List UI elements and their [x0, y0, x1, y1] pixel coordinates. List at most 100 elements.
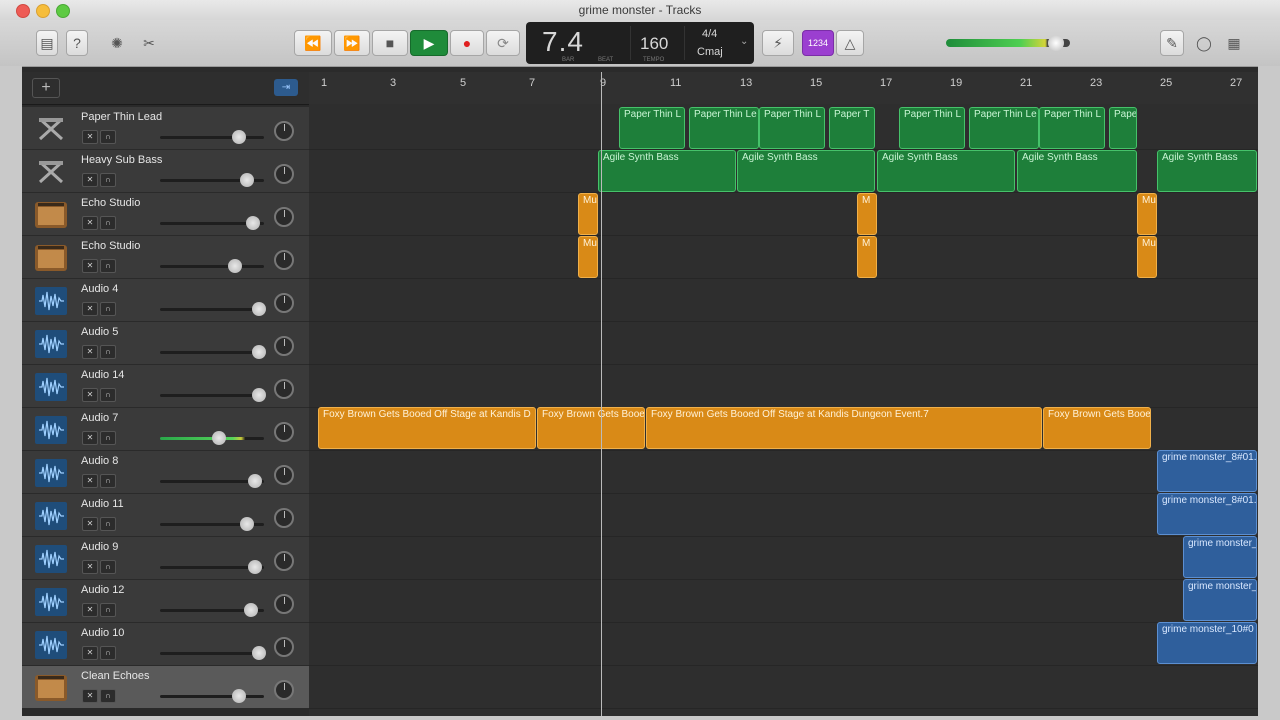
headphones-icon[interactable]: ∩: [100, 474, 116, 488]
volume-knob[interactable]: [248, 560, 262, 574]
smart-controls-icon[interactable]: ✺: [106, 30, 128, 56]
midi-region[interactable]: Agile Synth Bass: [877, 150, 1015, 192]
midi-region[interactable]: Agile Synth Bass: [1017, 150, 1137, 192]
stop-button[interactable]: ■: [372, 30, 408, 56]
help-icon[interactable]: ?: [66, 30, 88, 56]
mute-button[interactable]: ✕: [82, 302, 98, 316]
volume-slider[interactable]: [160, 345, 266, 359]
track-header[interactable]: Audio 14 ✕ ∩: [22, 365, 309, 408]
metronome-icon[interactable]: △: [836, 30, 864, 56]
scissors-icon[interactable]: ✂: [138, 30, 160, 56]
audio-region[interactable]: Foxy Brown Gets Booed Off Stage at Kandi…: [318, 407, 536, 449]
headphones-icon[interactable]: ∩: [100, 517, 116, 531]
record-button[interactable]: ●: [450, 30, 484, 56]
mute-button[interactable]: ✕: [82, 474, 98, 488]
headphones-icon[interactable]: ∩: [100, 302, 116, 316]
pan-knob[interactable]: [274, 594, 294, 614]
midi-region[interactable]: Paper T: [829, 107, 875, 149]
midi-region[interactable]: Paper Thin Le: [689, 107, 759, 149]
audio-region[interactable]: grime monster_: [1183, 579, 1257, 621]
audio-region[interactable]: M: [857, 236, 877, 278]
loop-browser-icon[interactable]: ◯: [1192, 30, 1216, 56]
master-volume-knob[interactable]: [1048, 35, 1064, 51]
headphones-icon[interactable]: ∩: [100, 130, 116, 144]
volume-slider[interactable]: [160, 431, 264, 445]
volume-slider[interactable]: [160, 689, 264, 703]
track-header[interactable]: Heavy Sub Bass ✕ ∩: [22, 150, 309, 193]
tuner-icon[interactable]: ⚡: [762, 30, 794, 56]
mute-button[interactable]: ✕: [82, 646, 98, 660]
cycle-button[interactable]: ⟳: [486, 30, 520, 56]
library-icon[interactable]: ▤: [36, 30, 58, 56]
volume-knob[interactable]: [244, 603, 258, 617]
midi-region[interactable]: Paper Thin L: [619, 107, 685, 149]
volume-slider[interactable]: [160, 130, 264, 144]
volume-slider[interactable]: [160, 302, 266, 316]
track-header[interactable]: Audio 9 ✕ ∩: [22, 537, 309, 580]
headphones-icon[interactable]: ∩: [100, 345, 116, 359]
volume-knob[interactable]: [232, 130, 246, 144]
pan-knob[interactable]: [274, 551, 294, 571]
headphones-icon[interactable]: ∩: [100, 388, 116, 402]
audio-region[interactable]: Foxy Brown Gets Booed Off Stage at Kandi…: [646, 407, 1042, 449]
volume-knob[interactable]: [248, 474, 262, 488]
headphones-icon[interactable]: ∩: [100, 603, 116, 617]
play-button[interactable]: ▶: [410, 30, 448, 56]
track-header[interactable]: Clean Echoes ✕ ∩: [22, 666, 309, 709]
volume-knob[interactable]: [240, 173, 254, 187]
track-header[interactable]: Paper Thin Lead ✕ ∩: [22, 107, 309, 150]
volume-knob[interactable]: [232, 689, 246, 703]
pan-knob[interactable]: [274, 680, 294, 700]
mute-button[interactable]: ✕: [82, 130, 98, 144]
volume-slider[interactable]: [160, 259, 264, 273]
audio-region[interactable]: grime monster_: [1183, 536, 1257, 578]
audio-region[interactable]: grime monster_10#0: [1157, 622, 1257, 664]
midi-region[interactable]: Agile Synth Bass: [737, 150, 875, 192]
midi-region[interactable]: Agile Synth Bass: [1157, 150, 1257, 192]
audio-region[interactable]: Mu: [578, 193, 598, 235]
audio-region[interactable]: Foxy Brown Gets Booe: [537, 407, 645, 449]
volume-slider[interactable]: [160, 173, 264, 187]
playhead[interactable]: [601, 72, 602, 716]
pan-knob[interactable]: [274, 637, 294, 657]
volume-knob[interactable]: [246, 216, 260, 230]
track-header[interactable]: Audio 4 ✕ ∩: [22, 279, 309, 322]
midi-region[interactable]: Paper Thin L: [899, 107, 965, 149]
volume-slider[interactable]: [160, 603, 264, 617]
track-header[interactable]: Audio 5 ✕ ∩: [22, 322, 309, 365]
catch-playhead-icon[interactable]: ⇥: [274, 79, 298, 96]
mute-button[interactable]: ✕: [82, 603, 98, 617]
pan-knob[interactable]: [274, 465, 294, 485]
track-header[interactable]: Audio 11 ✕ ∩: [22, 494, 309, 537]
mute-button[interactable]: ✕: [82, 560, 98, 574]
mute-button[interactable]: ✕: [82, 345, 98, 359]
track-header[interactable]: Audio 12 ✕ ∩: [22, 580, 309, 623]
mute-button[interactable]: ✕: [82, 431, 98, 445]
volume-slider[interactable]: [160, 216, 264, 230]
timeline-ruler[interactable]: 1 3 5 7 9 11 13 15 17 19 21 23 25 27: [309, 72, 1258, 105]
volume-knob[interactable]: [228, 259, 242, 273]
fast-forward-button[interactable]: ⏩: [334, 30, 370, 56]
audio-region[interactable]: Mu: [1137, 193, 1157, 235]
audio-region[interactable]: Mu: [578, 236, 598, 278]
midi-region[interactable]: Pape: [1109, 107, 1137, 149]
volume-knob[interactable]: [240, 517, 254, 531]
pan-knob[interactable]: [274, 293, 294, 313]
count-in-button[interactable]: 1234: [802, 30, 834, 56]
track-header[interactable]: Audio 7 ✕ ∩: [22, 408, 309, 451]
mute-button[interactable]: ✕: [82, 259, 98, 273]
volume-knob[interactable]: [252, 302, 266, 316]
chevron-down-icon[interactable]: ⌄: [740, 36, 748, 47]
track-header[interactable]: Audio 10 ✕ ∩: [22, 623, 309, 666]
midi-region[interactable]: Paper Thin L: [1039, 107, 1105, 149]
pan-knob[interactable]: [274, 164, 294, 184]
midi-region[interactable]: Paper Thin Le: [969, 107, 1039, 149]
audio-region[interactable]: M: [857, 193, 877, 235]
rewind-button[interactable]: ⏪: [294, 30, 332, 56]
headphones-icon[interactable]: ∩: [100, 560, 116, 574]
volume-slider[interactable]: [160, 388, 266, 402]
volume-slider[interactable]: [160, 646, 266, 660]
mute-button[interactable]: ✕: [82, 388, 98, 402]
pan-knob[interactable]: [274, 121, 294, 141]
track-header[interactable]: Echo Studio ✕ ∩: [22, 193, 309, 236]
